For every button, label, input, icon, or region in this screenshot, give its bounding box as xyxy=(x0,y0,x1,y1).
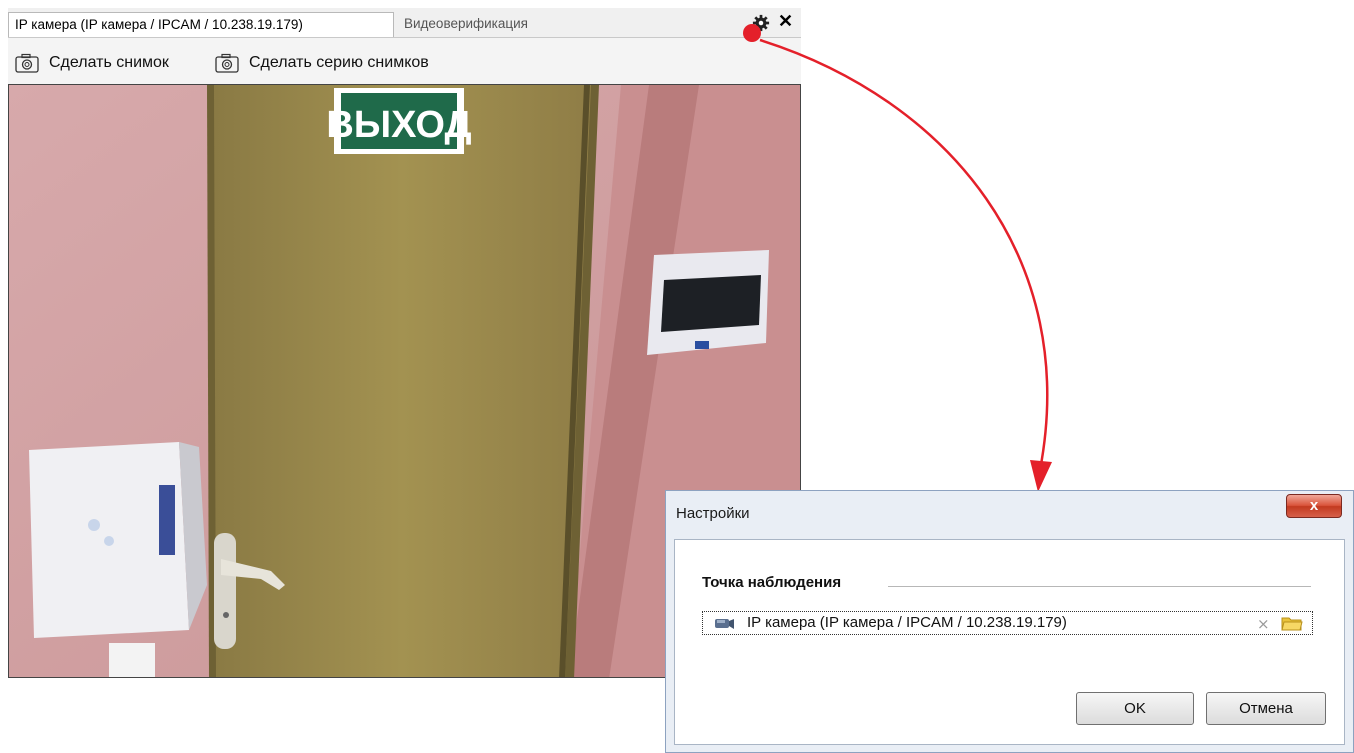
take-snapshot-button[interactable]: Сделать снимок xyxy=(15,52,169,74)
tab-video-verification[interactable]: Видеоверификация xyxy=(398,12,534,37)
cancel-button[interactable]: Отмена xyxy=(1206,692,1326,725)
tab-bar: IP камера (IP камера / IPCAM / 10.238.19… xyxy=(8,8,801,38)
camera-icon xyxy=(15,53,39,73)
settings-dialog: Настройки x Точка наблюдения IP камера (… xyxy=(665,490,1354,753)
close-icon[interactable]: ✕ xyxy=(778,12,793,30)
take-series-label: Сделать серию снимков xyxy=(249,54,429,71)
dialog-title: Настройки xyxy=(676,505,750,522)
camera-icon xyxy=(215,53,239,73)
clear-icon[interactable]: ⨯ xyxy=(1257,615,1270,633)
group-divider xyxy=(888,586,1311,587)
ip-camera-icon xyxy=(715,619,734,629)
toolbar: Сделать снимок Сделать серию снимков xyxy=(8,38,801,84)
group-label-observation-point: Точка наблюдения xyxy=(702,574,842,591)
observation-point-value: IP камера (IP камера / IPCAM / 10.238.19… xyxy=(747,614,1067,631)
folder-icon[interactable] xyxy=(1281,614,1303,632)
tab-ip-camera[interactable]: IP камера (IP камера / IPCAM / 10.238.19… xyxy=(8,12,394,37)
dialog-close-button[interactable]: x xyxy=(1286,494,1342,518)
callout-dot xyxy=(743,24,761,42)
take-series-button[interactable]: Сделать серию снимков xyxy=(215,52,429,74)
observation-point-field[interactable]: IP камера (IP камера / IPCAM / 10.238.19… xyxy=(702,611,1313,635)
take-snapshot-label: Сделать снимок xyxy=(49,54,169,71)
ok-button[interactable]: OK xyxy=(1076,692,1194,725)
exit-sign-text: ВЫХОД xyxy=(326,104,471,146)
